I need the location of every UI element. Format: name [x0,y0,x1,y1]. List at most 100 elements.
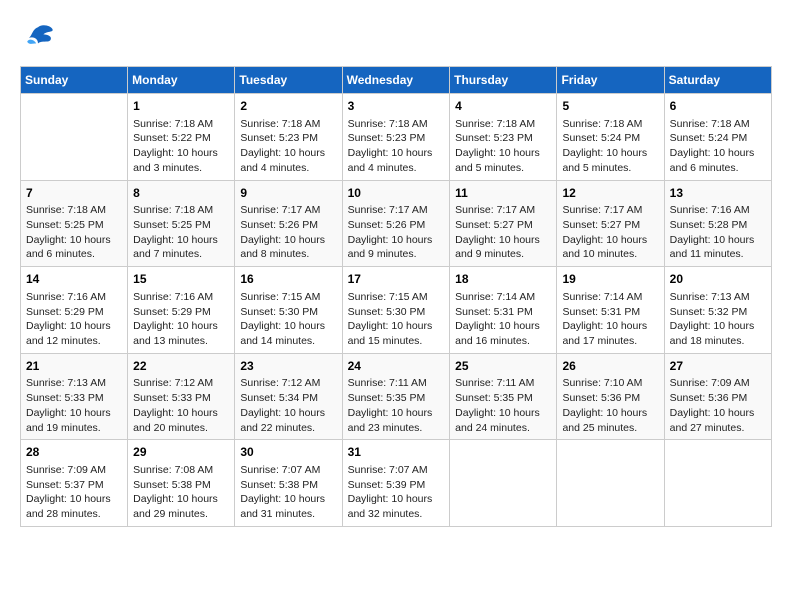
column-header-monday: Monday [128,67,235,94]
day-number: 24 [348,358,445,375]
day-number: 23 [240,358,336,375]
calendar-cell: 11Sunrise: 7:17 AM Sunset: 5:27 PM Dayli… [450,180,557,267]
logo [20,20,60,56]
calendar-cell: 12Sunrise: 7:17 AM Sunset: 5:27 PM Dayli… [557,180,664,267]
day-info: Sunrise: 7:18 AM Sunset: 5:24 PM Dayligh… [562,117,658,176]
day-info: Sunrise: 7:07 AM Sunset: 5:38 PM Dayligh… [240,463,336,522]
calendar-cell: 5Sunrise: 7:18 AM Sunset: 5:24 PM Daylig… [557,94,664,181]
day-number: 13 [670,185,766,202]
column-header-wednesday: Wednesday [342,67,450,94]
day-number: 7 [26,185,122,202]
day-number: 20 [670,271,766,288]
day-number: 14 [26,271,122,288]
day-info: Sunrise: 7:17 AM Sunset: 5:26 PM Dayligh… [348,203,445,262]
day-info: Sunrise: 7:15 AM Sunset: 5:30 PM Dayligh… [240,290,336,349]
day-number: 30 [240,444,336,461]
day-info: Sunrise: 7:10 AM Sunset: 5:36 PM Dayligh… [562,376,658,435]
day-info: Sunrise: 7:17 AM Sunset: 5:26 PM Dayligh… [240,203,336,262]
day-info: Sunrise: 7:18 AM Sunset: 5:24 PM Dayligh… [670,117,766,176]
day-number: 4 [455,98,551,115]
calendar-cell: 9Sunrise: 7:17 AM Sunset: 5:26 PM Daylig… [235,180,342,267]
column-header-saturday: Saturday [664,67,771,94]
day-info: Sunrise: 7:16 AM Sunset: 5:29 PM Dayligh… [26,290,122,349]
column-header-thursday: Thursday [450,67,557,94]
day-number: 6 [670,98,766,115]
calendar-week-row: 28 Sunrise: 7:09 AM Sunset: 5:37 PM Dayli… [21,440,772,527]
calendar-week-row: 1 Sunrise: 7:18 AM Sunset: 5:22 PM Daylig… [21,94,772,181]
calendar-cell: 31Sunrise: 7:07 AM Sunset: 5:39 PM Dayli… [342,440,450,527]
day-number: 10 [348,185,445,202]
logo-bird-icon [20,20,56,56]
calendar-week-row: 21Sunrise: 7:13 AM Sunset: 5:33 PM Dayli… [21,353,772,440]
day-number: 8 [133,185,229,202]
calendar-cell: 20Sunrise: 7:13 AM Sunset: 5:32 PM Dayli… [664,267,771,354]
calendar-cell: 17Sunrise: 7:15 AM Sunset: 5:30 PM Dayli… [342,267,450,354]
calendar-cell: 23Sunrise: 7:12 AM Sunset: 5:34 PM Dayli… [235,353,342,440]
day-number: 25 [455,358,551,375]
day-info: Sunrise: 7:17 AM Sunset: 5:27 PM Dayligh… [562,203,658,262]
calendar-cell: 14 Sunrise: 7:16 AM Sunset: 5:29 PM Dayli… [21,267,128,354]
day-info: Sunrise: 7:14 AM Sunset: 5:31 PM Dayligh… [562,290,658,349]
calendar-cell [557,440,664,527]
calendar-header-row: SundayMondayTuesdayWednesdayThursdayFrid… [21,67,772,94]
day-info: Sunrise: 7:14 AM Sunset: 5:31 PM Dayligh… [455,290,551,349]
day-info: Sunrise: 7:09 AM Sunset: 5:37 PM Dayligh… [26,463,122,522]
day-number: 16 [240,271,336,288]
day-number: 31 [348,444,445,461]
calendar-cell: 2Sunrise: 7:18 AM Sunset: 5:23 PM Daylig… [235,94,342,181]
day-info: Sunrise: 7:18 AM Sunset: 5:23 PM Dayligh… [348,117,445,176]
day-number: 22 [133,358,229,375]
calendar-cell: 18 Sunrise: 7:14 AM Sunset: 5:31 PM Dayli… [450,267,557,354]
day-number: 28 [26,444,122,461]
day-number: 26 [562,358,658,375]
calendar-cell: 7Sunrise: 7:18 AM Sunset: 5:25 PM Daylig… [21,180,128,267]
calendar-table: SundayMondayTuesdayWednesdayThursdayFrid… [20,66,772,527]
calendar-cell: 13Sunrise: 7:16 AM Sunset: 5:28 PM Dayli… [664,180,771,267]
day-number: 11 [455,185,551,202]
calendar-cell: 26Sunrise: 7:10 AM Sunset: 5:36 PM Dayli… [557,353,664,440]
calendar-cell: 29 Sunrise: 7:08 AM Sunset: 5:38 PM Dayli… [128,440,235,527]
calendar-cell: 1 Sunrise: 7:18 AM Sunset: 5:22 PM Daylig… [128,94,235,181]
calendar-cell [450,440,557,527]
day-info: Sunrise: 7:08 AM Sunset: 5:38 PM Dayligh… [133,463,229,522]
day-number: 18 [455,271,551,288]
calendar-cell [664,440,771,527]
day-info: Sunrise: 7:11 AM Sunset: 5:35 PM Dayligh… [348,376,445,435]
calendar-cell: 4 Sunrise: 7:18 AM Sunset: 5:23 PM Daylig… [450,94,557,181]
column-header-tuesday: Tuesday [235,67,342,94]
calendar-cell: 3 Sunrise: 7:18 AM Sunset: 5:23 PM Daylig… [342,94,450,181]
day-number: 3 [348,98,445,115]
day-number: 1 [133,98,229,115]
day-info: Sunrise: 7:11 AM Sunset: 5:35 PM Dayligh… [455,376,551,435]
calendar-cell: 22Sunrise: 7:12 AM Sunset: 5:33 PM Dayli… [128,353,235,440]
calendar-cell [21,94,128,181]
day-info: Sunrise: 7:15 AM Sunset: 5:30 PM Dayligh… [348,290,445,349]
day-number: 19 [562,271,658,288]
calendar-week-row: 7Sunrise: 7:18 AM Sunset: 5:25 PM Daylig… [21,180,772,267]
day-info: Sunrise: 7:17 AM Sunset: 5:27 PM Dayligh… [455,203,551,262]
calendar-cell: 24Sunrise: 7:11 AM Sunset: 5:35 PM Dayli… [342,353,450,440]
calendar-cell: 8Sunrise: 7:18 AM Sunset: 5:25 PM Daylig… [128,180,235,267]
day-info: Sunrise: 7:16 AM Sunset: 5:29 PM Dayligh… [133,290,229,349]
day-number: 21 [26,358,122,375]
calendar-cell: 10Sunrise: 7:17 AM Sunset: 5:26 PM Dayli… [342,180,450,267]
day-number: 27 [670,358,766,375]
calendar-week-row: 14 Sunrise: 7:16 AM Sunset: 5:29 PM Dayli… [21,267,772,354]
day-number: 29 [133,444,229,461]
calendar-cell: 30 Sunrise: 7:07 AM Sunset: 5:38 PM Dayli… [235,440,342,527]
day-number: 12 [562,185,658,202]
calendar-cell: 21Sunrise: 7:13 AM Sunset: 5:33 PM Dayli… [21,353,128,440]
calendar-cell: 28 Sunrise: 7:09 AM Sunset: 5:37 PM Dayli… [21,440,128,527]
day-info: Sunrise: 7:18 AM Sunset: 5:22 PM Dayligh… [133,117,229,176]
day-info: Sunrise: 7:18 AM Sunset: 5:25 PM Dayligh… [26,203,122,262]
calendar-cell: 27Sunrise: 7:09 AM Sunset: 5:36 PM Dayli… [664,353,771,440]
column-header-sunday: Sunday [21,67,128,94]
day-info: Sunrise: 7:18 AM Sunset: 5:23 PM Dayligh… [455,117,551,176]
calendar-cell: 6 Sunrise: 7:18 AM Sunset: 5:24 PM Daylig… [664,94,771,181]
calendar-cell: 15 Sunrise: 7:16 AM Sunset: 5:29 PM Dayli… [128,267,235,354]
day-info: Sunrise: 7:09 AM Sunset: 5:36 PM Dayligh… [670,376,766,435]
day-info: Sunrise: 7:12 AM Sunset: 5:33 PM Dayligh… [133,376,229,435]
day-info: Sunrise: 7:16 AM Sunset: 5:28 PM Dayligh… [670,203,766,262]
day-info: Sunrise: 7:18 AM Sunset: 5:23 PM Dayligh… [240,117,336,176]
day-number: 15 [133,271,229,288]
